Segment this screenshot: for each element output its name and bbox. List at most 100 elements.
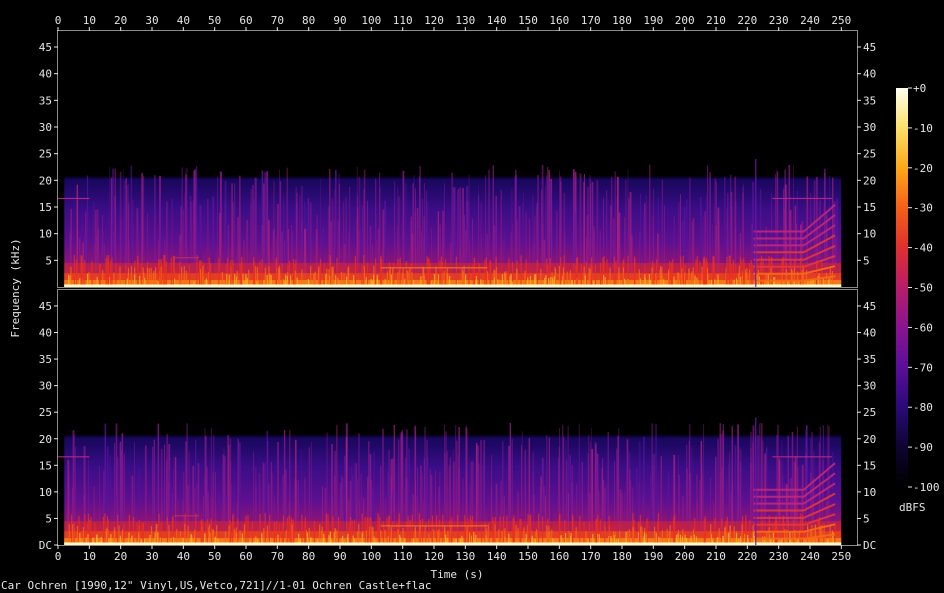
tone-line [772, 197, 832, 200]
low-frequency-peak [392, 268, 394, 287]
x-tick-label-top: 10 [83, 14, 96, 27]
low-frequency-peak [733, 526, 735, 545]
silence-region [841, 290, 857, 545]
low-frequency-peak [615, 261, 617, 287]
low-frequency-peak [527, 514, 529, 545]
low-frequency-peak [706, 267, 709, 287]
low-frequency-peak [73, 522, 75, 545]
low-frequency-peak [70, 266, 72, 287]
y-tick-label-left: 5 [45, 512, 52, 525]
low-frequency-peak [127, 267, 130, 287]
low-frequency-peak [409, 520, 411, 545]
y-tick-label-left: 20 [39, 174, 52, 187]
low-frequency-peak [273, 523, 276, 545]
x-tick-label-bottom: 240 [800, 550, 820, 563]
right-channel-panel [57, 289, 858, 546]
low-frequency-peak [704, 258, 706, 287]
low-frequency-peak [230, 523, 232, 545]
low-frequency-peak [444, 259, 446, 287]
low-frequency-peak [363, 266, 365, 287]
low-frequency-peak [164, 255, 166, 287]
low-frequency-peak [745, 521, 747, 545]
low-frequency-peak [703, 518, 705, 545]
transient-spike [755, 417, 757, 545]
low-frequency-peak [278, 265, 280, 287]
low-frequency-peak [558, 266, 560, 287]
low-frequency-peak [184, 523, 186, 545]
low-frequency-peak [811, 524, 813, 545]
low-frequency-peak [407, 515, 409, 545]
low-frequency-peak [292, 259, 295, 287]
low-frequency-peak [210, 263, 212, 287]
low-frequency-peak [594, 264, 596, 287]
low-frequency-peak [718, 528, 720, 545]
low-frequency-peak [466, 526, 468, 545]
spectrogram-figure: 5 5 10 10 15 15 20 20 25 25 30 30 35 35 40 40 45 45 DC DC 5 5… [0, 0, 944, 593]
low-frequency-peak [721, 518, 723, 545]
x-tick-label-bottom: 200 [675, 550, 695, 563]
low-frequency-peak [588, 522, 590, 545]
x-tick-label-top: 210 [706, 14, 726, 27]
low-frequency-peak [457, 515, 459, 545]
y-tick-label-left: 30 [39, 121, 52, 134]
low-frequency-peak [94, 522, 96, 545]
y-tick-label-right: 40 [863, 327, 876, 340]
colorbar: +0 -10 -20 -30 -40 -50 -60 -70 -80 -90 -100 dBFS [896, 82, 940, 514]
x-tick-label-top: 170 [581, 14, 601, 27]
low-frequency-peak [493, 521, 495, 545]
x-tick-label-bottom: 100 [361, 550, 381, 563]
y-tick-label-right: 30 [863, 380, 876, 393]
x-tick-label-top: 50 [208, 14, 221, 27]
low-frequency-peak [136, 522, 138, 545]
y-tick-label-left: 35 [39, 353, 52, 366]
low-frequency-peak [253, 261, 255, 287]
low-frequency-peak [370, 517, 372, 545]
low-frequency-peak [266, 525, 268, 545]
tone-line [772, 456, 832, 458]
low-frequency-peak [361, 264, 363, 287]
x-tick-label-bottom: 90 [333, 550, 346, 563]
low-frequency-peak [354, 256, 356, 287]
low-frequency-peak [654, 526, 656, 545]
low-frequency-peak [80, 264, 82, 287]
low-frequency-peak [508, 258, 510, 287]
colorbar-gradient [896, 88, 908, 487]
low-frequency-peak [579, 515, 581, 545]
colorbar-unit-label: dBFS [899, 501, 926, 514]
low-frequency-peak [181, 266, 183, 287]
low-frequency-peak [743, 262, 745, 287]
colorbar-tick-label: -20 [913, 162, 933, 175]
low-frequency-peak [72, 524, 74, 545]
x-tick-label-bottom: 60 [239, 550, 252, 563]
spectrogram-panels [57, 30, 858, 546]
low-frequency-peak [241, 262, 243, 287]
y-tick-label-left: 25 [39, 406, 52, 419]
low-frequency-peak [206, 519, 209, 545]
low-frequency-peak [423, 267, 425, 287]
y-tick-label-right: 25 [863, 148, 876, 161]
low-frequency-peak [319, 524, 321, 545]
low-frequency-peak [538, 514, 540, 545]
low-frequency-peak [91, 261, 93, 287]
low-frequency-peak [502, 516, 505, 545]
low-frequency-peak [364, 517, 366, 545]
x-tick-label-top: 30 [145, 14, 158, 27]
low-frequency-peak [208, 524, 211, 545]
low-frequency-peak [228, 525, 230, 545]
x-axis-title: Time (s) [431, 568, 484, 581]
low-frequency-peak [338, 516, 340, 545]
low-frequency-peak [473, 257, 475, 287]
y-tick-label-left: 15 [39, 201, 52, 214]
low-frequency-peak [426, 255, 428, 287]
x-tick-label-top: 0 [55, 14, 62, 27]
low-frequency-peak [595, 520, 597, 545]
dc-line [64, 542, 842, 545]
low-frequency-peak [375, 258, 377, 287]
low-frequency-peak [392, 521, 394, 545]
low-frequency-peak [155, 267, 157, 287]
y-tick-label-right: 10 [863, 486, 876, 499]
y-tick-label-left: 40 [39, 68, 52, 81]
low-frequency-peak [455, 256, 457, 287]
colorbar-tick-label: -70 [913, 361, 933, 374]
low-frequency-peak [366, 262, 369, 287]
